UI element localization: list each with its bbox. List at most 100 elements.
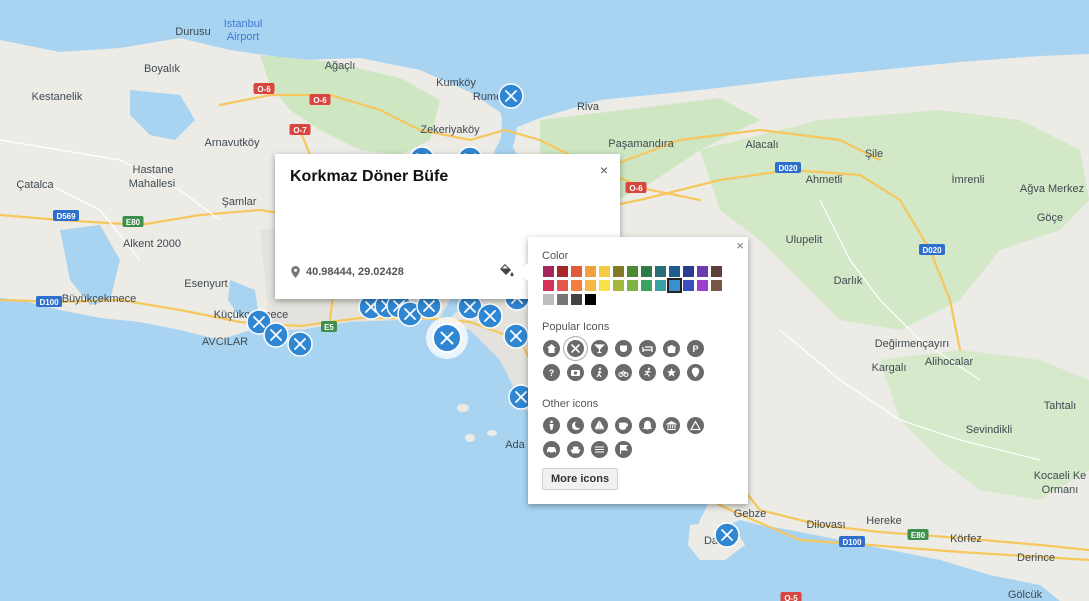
place-label: Kestanelik: [32, 91, 83, 103]
cycling-icon[interactable]: [615, 364, 632, 381]
color-swatch[interactable]: [697, 280, 708, 291]
restaurant-icon[interactable]: [567, 340, 584, 357]
color-swatch[interactable]: [599, 266, 610, 277]
moon-icon[interactable]: [567, 417, 584, 434]
island: [465, 434, 475, 442]
restaurant-marker-icon[interactable]: [287, 331, 313, 357]
color-swatch[interactable]: [585, 280, 596, 291]
style-panel: × Color Popular Icons P? Other icons Mor…: [519, 237, 748, 504]
color-swatch[interactable]: [711, 280, 722, 291]
place-label: Dilovası: [806, 519, 845, 531]
place-label: Hastane: [133, 164, 174, 176]
place-label: Alkent 2000: [123, 238, 181, 250]
road-shield: O-6: [309, 94, 331, 105]
color-swatch[interactable]: [599, 280, 610, 291]
color-swatch[interactable]: [683, 280, 694, 291]
parking-icon[interactable]: P: [687, 340, 704, 357]
close-icon[interactable]: ×: [736, 238, 744, 253]
cafe-icon[interactable]: [615, 340, 632, 357]
walking-icon[interactable]: [591, 364, 608, 381]
color-swatch[interactable]: [655, 280, 666, 291]
color-swatch[interactable]: [585, 294, 596, 305]
place-label: Esenyurt: [184, 278, 227, 290]
road-shield: O-6: [253, 83, 275, 94]
color-swatch[interactable]: [683, 266, 694, 277]
home-icon[interactable]: [543, 340, 560, 357]
man-icon[interactable]: [543, 417, 560, 434]
selected-marker-icon[interactable]: [426, 317, 468, 359]
place-label: AVCILAR: [202, 336, 248, 348]
coffee-icon[interactable]: [615, 417, 632, 434]
color-swatch[interactable]: [667, 278, 682, 293]
island: [457, 404, 469, 412]
color-swatch[interactable]: [571, 294, 582, 305]
color-swatch[interactable]: [557, 294, 568, 305]
location-pin-icon: [291, 266, 300, 278]
color-swatch[interactable]: [613, 266, 624, 277]
color-swatch[interactable]: [585, 266, 596, 277]
place-label: Darlık: [834, 275, 863, 287]
bell-icon[interactable]: [639, 417, 656, 434]
place-label: Gebze: [734, 508, 766, 520]
camping-icon[interactable]: [687, 417, 704, 434]
color-swatch[interactable]: [669, 266, 680, 277]
hotel-icon[interactable]: [639, 340, 656, 357]
color-swatch[interactable]: [627, 266, 638, 277]
color-swatch[interactable]: [697, 266, 708, 277]
color-swatch[interactable]: [571, 280, 582, 291]
restaurant-marker-icon[interactable]: [714, 522, 740, 548]
color-swatch[interactable]: [571, 266, 582, 277]
car-icon[interactable]: [543, 441, 560, 458]
close-icon[interactable]: ×: [600, 162, 608, 178]
color-swatch[interactable]: [557, 280, 568, 291]
flag-icon[interactable]: [615, 441, 632, 458]
pin-icon[interactable]: [687, 364, 704, 381]
color-swatch[interactable]: [641, 266, 652, 277]
more-icons-button[interactable]: More icons: [542, 468, 619, 490]
road-shield-label: E80: [911, 531, 926, 540]
color-swatch[interactable]: [627, 280, 638, 291]
place-label: Göçe: [1037, 212, 1063, 224]
road-shield-label: D100: [39, 298, 59, 307]
road-shield: O-7: [289, 124, 311, 135]
place-label: Istanbul: [224, 18, 263, 30]
place-label: Sevindikli: [966, 424, 1012, 436]
place-title[interactable]: Korkmaz Döner Büfe: [290, 168, 448, 186]
paint-bucket-icon[interactable]: [498, 262, 514, 278]
color-swatch[interactable]: [613, 280, 624, 291]
color-swatch[interactable]: [557, 266, 568, 277]
help-icon[interactable]: ?: [543, 364, 560, 381]
place-label: Durusu: [175, 26, 210, 38]
running-icon[interactable]: [639, 364, 656, 381]
restaurant-marker-icon[interactable]: [503, 323, 529, 349]
star-icon[interactable]: [663, 364, 680, 381]
place-label: Ağva Merkez: [1020, 183, 1084, 195]
place-label: Çatalca: [16, 179, 54, 191]
color-swatch[interactable]: [543, 280, 554, 291]
boat-icon[interactable]: [567, 441, 584, 458]
restaurant-marker-icon[interactable]: [263, 322, 289, 348]
road-shield: D100: [839, 536, 865, 547]
road-shield-label: E5: [324, 323, 334, 332]
shopping-icon[interactable]: [663, 340, 680, 357]
camera-icon[interactable]: [567, 364, 584, 381]
wifi-icon[interactable]: [591, 441, 608, 458]
sailing-icon[interactable]: [591, 417, 608, 434]
coordinates-text: 40.98444, 29.02428: [306, 266, 404, 278]
color-swatch[interactable]: [655, 266, 666, 277]
bar-icon[interactable]: [591, 340, 608, 357]
road-shield: D569: [53, 210, 79, 221]
svg-text:P: P: [692, 344, 698, 354]
panel-arrow: [519, 263, 528, 281]
place-label: Şamlar: [222, 196, 257, 208]
place-label: Alihocalar: [925, 356, 974, 368]
restaurant-marker-icon[interactable]: [477, 303, 503, 329]
color-swatch[interactable]: [641, 280, 652, 291]
restaurant-marker-icon[interactable]: [498, 83, 524, 109]
museum-icon[interactable]: [663, 417, 680, 434]
popular-icons-label: Popular Icons: [542, 321, 610, 333]
color-swatch[interactable]: [543, 294, 554, 305]
color-swatch[interactable]: [543, 266, 554, 277]
color-swatch[interactable]: [711, 266, 722, 277]
place-label: Zekeriyaköy: [420, 124, 480, 136]
